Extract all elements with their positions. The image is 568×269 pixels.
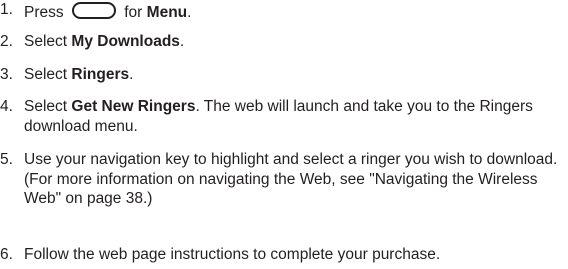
get-new-ringers-label: Get New Ringers	[71, 98, 196, 115]
step-lead-text: Press	[24, 4, 64, 21]
step-number: 2.	[0, 33, 13, 50]
menu-label: Menu	[146, 4, 188, 21]
step-number: 3.	[0, 66, 13, 83]
step-text: Select Ringers.	[24, 65, 562, 85]
step-text: Use your navigation key to highlight and…	[24, 151, 558, 207]
step-text-fragment: for	[124, 4, 143, 21]
step-text: Follow the web page instructions to comp…	[24, 246, 441, 263]
step-number: 1.	[0, 1, 13, 18]
step-text: Select My Downloads.	[24, 32, 562, 52]
step-text: Press for Menu.	[24, 0, 562, 23]
step-lead-text: Select	[24, 98, 68, 115]
step-lead-text: Select	[24, 33, 68, 50]
step-number: 6.	[0, 246, 13, 263]
menu-key-icon	[71, 2, 116, 19]
step-number: 4.	[0, 98, 13, 115]
step-text-tail: .	[129, 66, 134, 83]
ringers-label: Ringers	[71, 66, 130, 83]
step-text-tail: .	[179, 33, 185, 50]
my-downloads-label: My Downloads	[71, 33, 180, 50]
step-text-tail: .	[187, 4, 192, 21]
instruction-page: 1. Press for Menu. 2. Select My Download…	[0, 0, 568, 269]
step-text: Select Get New Ringers. The web will lau…	[24, 97, 562, 136]
step-number: 5.	[0, 151, 13, 168]
step-lead-text: Select	[24, 66, 68, 83]
